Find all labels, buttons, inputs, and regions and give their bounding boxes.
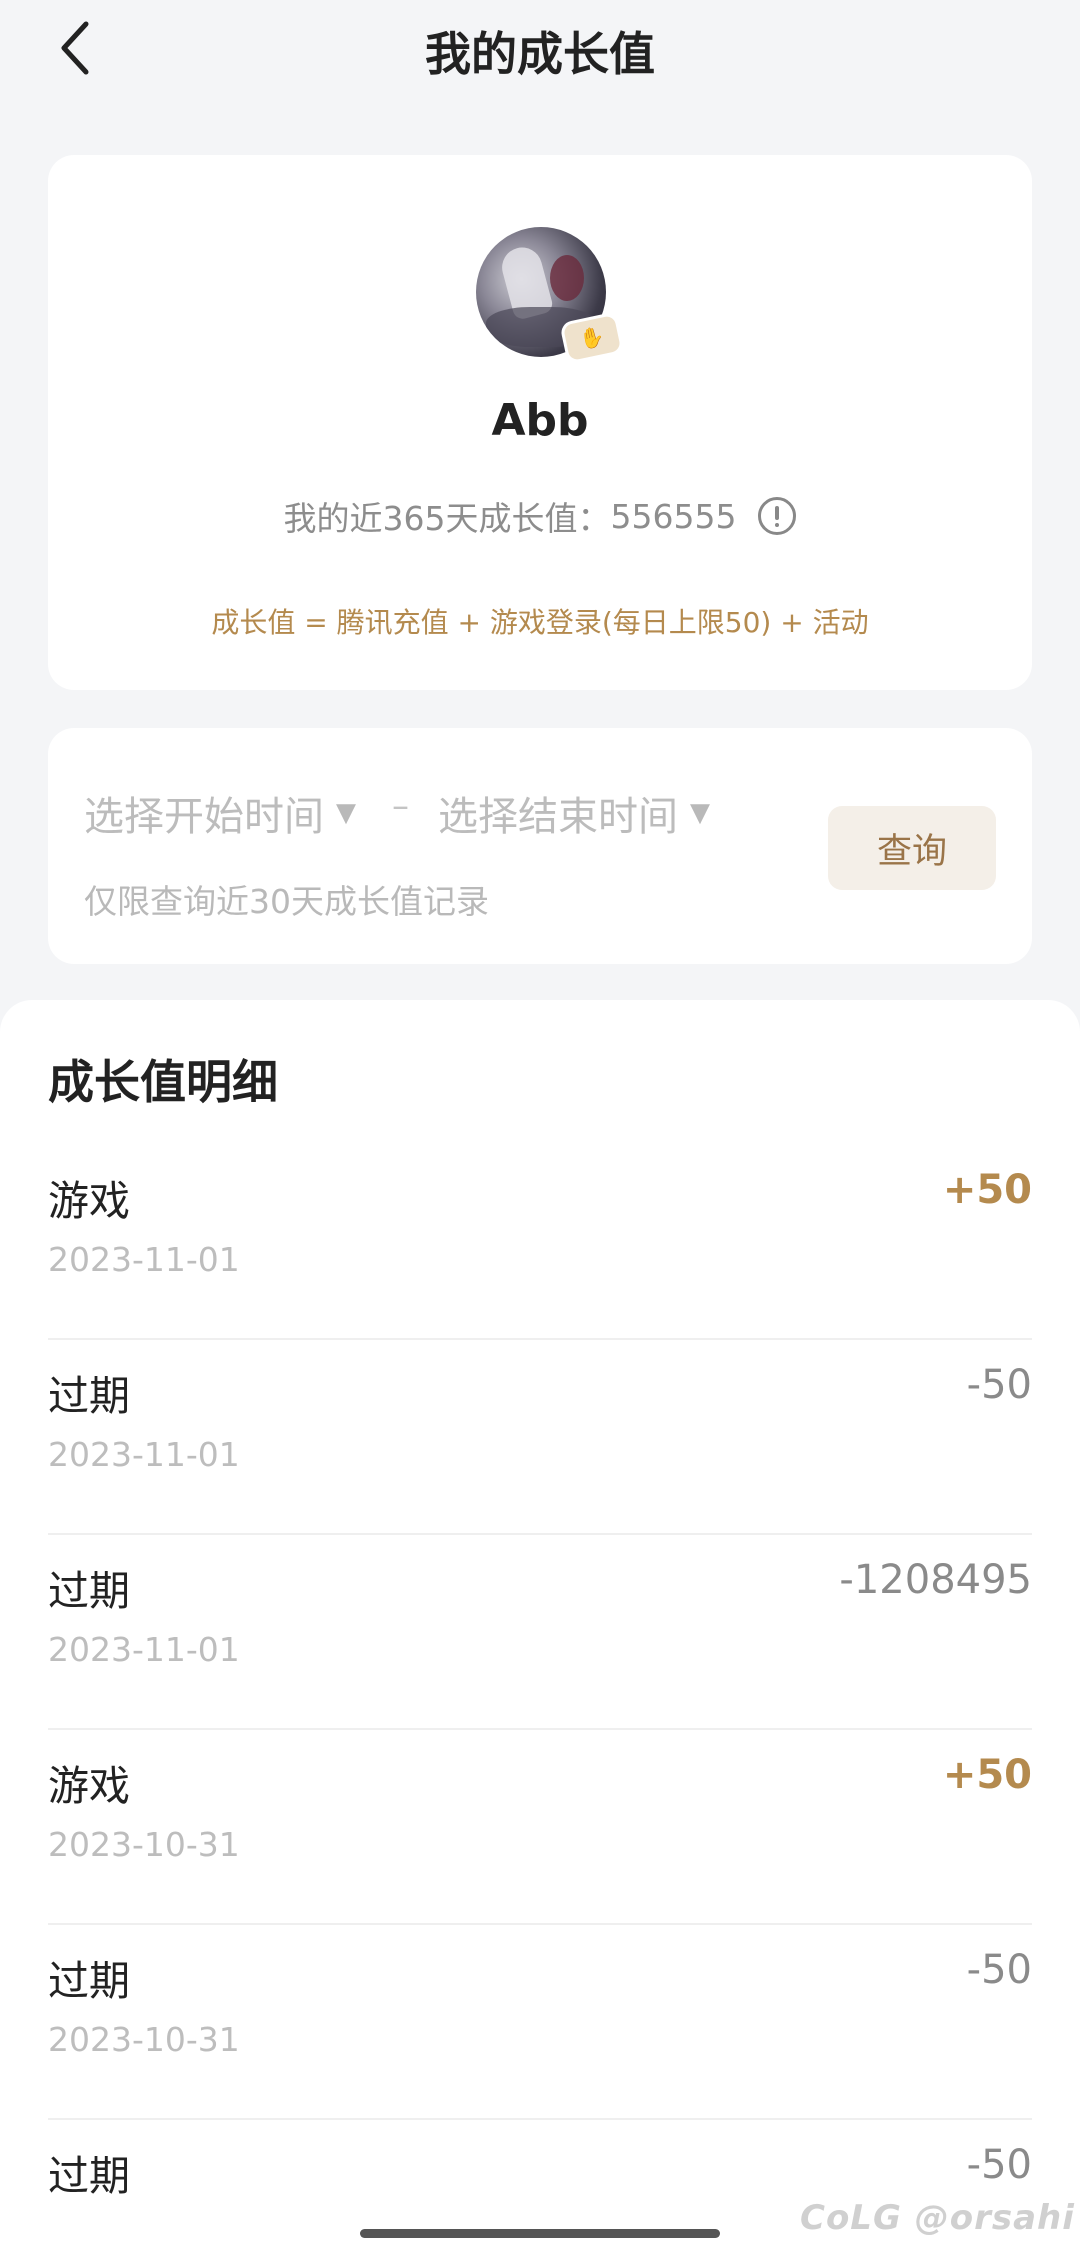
detail-panel: 成长值明细 游戏 2023-11-01 +50 过期 2023-11-01 -5… [0,1000,1080,2262]
growth-label: 我的近365天成长值： [283,499,611,538]
list-item: 过期 2023-10-31 -50 [48,1925,1032,2120]
end-date-label: 选择结束时间 [438,794,678,840]
caret-down-icon: ▼ [690,798,710,828]
start-date-select[interactable]: 选择开始时间 ▼ [84,784,356,842]
list-item: 游戏 2023-10-31 +50 [48,1730,1032,1925]
record-date: 2023-11-01 [48,1240,240,1279]
detail-title: 成长值明细 [48,1055,278,1109]
record-type: 过期 [48,1567,130,1615]
record-date: 2023-10-31 [48,2020,240,2059]
record-type: 游戏 [48,1177,130,1225]
growth-value: 556555 [610,496,737,536]
growth-summary: 我的近365天成长值： 556555 [48,492,1032,540]
record-amount: -1208495 [839,1557,1032,1603]
top-bar: 我的成长值 [0,0,1080,100]
end-date-select[interactable]: 选择结束时间 ▼ [438,784,710,842]
query-card: 选择开始时间 ▼ – 选择结束时间 ▼ 仅限查询近30天成长值记录 查询 [48,728,1032,964]
record-amount: +50 [942,1167,1032,1213]
query-button[interactable]: 查询 [828,806,996,890]
page-title: 我的成长值 [425,27,655,81]
start-date-label: 选择开始时间 [84,794,324,840]
record-type: 过期 [48,1372,130,1420]
record-amount: -50 [966,1362,1032,1408]
list-item: 游戏 2023-11-01 +50 [48,1145,1032,1340]
record-date: 2023-10-31 [48,1825,240,1864]
record-amount: -50 [966,1947,1032,1993]
record-type: 过期 [48,1957,130,2005]
query-hint: 仅限查询近30天成长值记录 [84,882,489,921]
profile-card: ✋ Abb 我的近365天成长值： 556555 成长值 = 腾讯充值 + 游戏… [48,155,1032,690]
username: Abb [491,395,589,446]
list-item: 过期 2023-11-01 -1208495 [48,1535,1032,1730]
record-amount: +50 [942,1752,1032,1798]
record-type: 过期 [48,2152,130,2200]
home-indicator[interactable] [360,2229,720,2238]
record-amount: -50 [966,2142,1032,2188]
growth-formula: 成长值 = 腾讯充值 + 游戏登录(每日上限50) + 活动 [211,606,869,639]
date-separator: – [392,786,409,826]
watermark: CoLG @orsahi [800,2198,1075,2238]
record-date: 2023-11-01 [48,1630,240,1669]
list-item: 过期 -50 [48,2120,1032,2262]
record-type: 游戏 [48,1762,130,1810]
list-item: 过期 2023-11-01 -50 [48,1340,1032,1535]
record-date: 2023-11-01 [48,1435,240,1474]
info-icon[interactable] [758,497,797,535]
caret-down-icon: ▼ [336,798,356,828]
